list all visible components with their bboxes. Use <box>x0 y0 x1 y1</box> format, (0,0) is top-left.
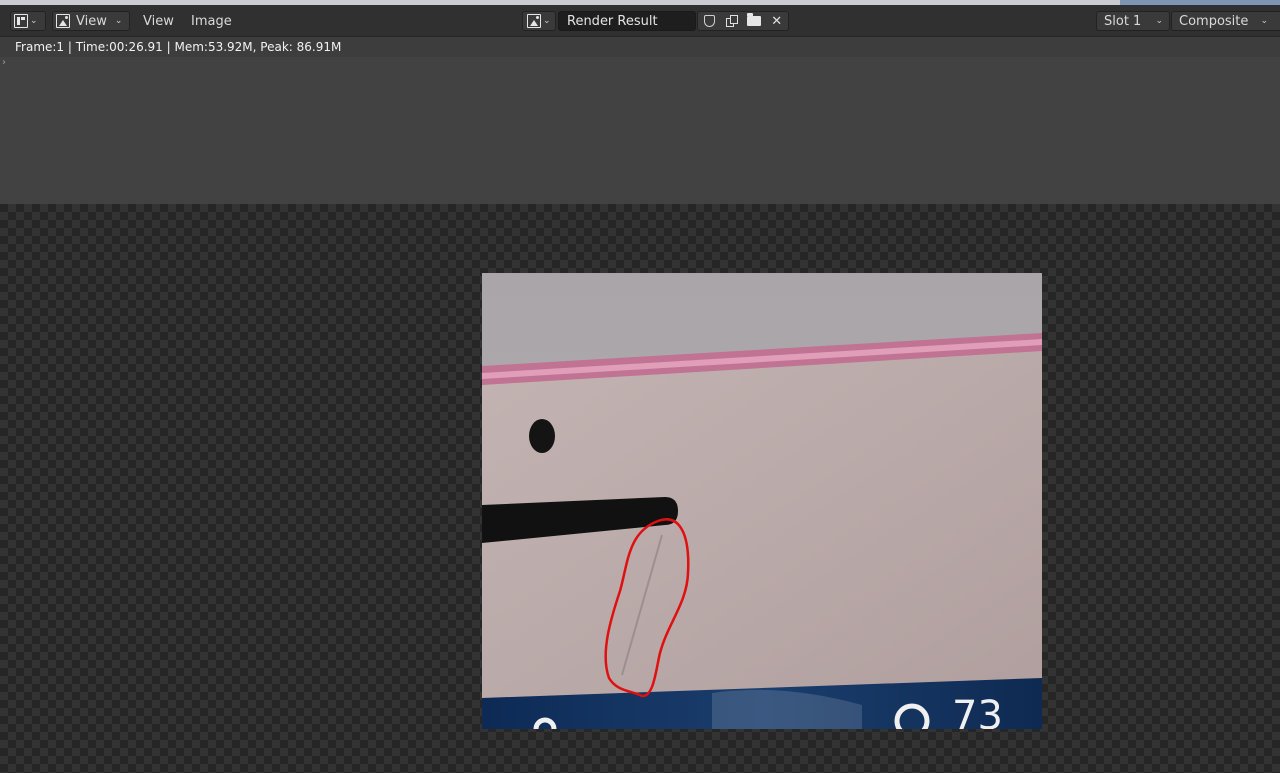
render-stats-text: Frame:1 | Time:00:26.91 | Mem:53.92M, Pe… <box>15 40 342 54</box>
slot-label: Slot 1 <box>1104 13 1142 29</box>
mode-dropdown[interactable]: View ⌄ <box>52 11 130 31</box>
render-result-image: 73 <box>482 273 1042 729</box>
close-icon[interactable]: ✕ <box>769 14 785 29</box>
menu-view[interactable]: View <box>143 11 174 31</box>
chevron-down-icon: ⌄ <box>30 16 38 26</box>
menu-image[interactable]: Image <box>191 11 232 31</box>
mode-label: View <box>76 13 107 29</box>
image-icon <box>527 14 541 28</box>
duplicate-icon[interactable] <box>724 14 740 28</box>
open-folder-icon[interactable] <box>746 13 762 28</box>
image-icon <box>56 14 70 28</box>
editor-type-dropdown[interactable]: ⌄ <box>10 11 46 31</box>
layer-dropdown[interactable]: Composite ⌄ <box>1171 11 1280 31</box>
render-info-bar: Frame:1 | Time:00:26.91 | Mem:53.92M, Pe… <box>0 37 1280 57</box>
tool-region: › <box>0 57 1280 204</box>
layer-label: Composite <box>1179 13 1249 29</box>
slot-dropdown[interactable]: Slot 1 ⌄ <box>1096 11 1170 31</box>
image-tools-group: ✕ <box>697 11 789 31</box>
expand-arrow-icon[interactable]: › <box>2 57 6 68</box>
browse-image-dropdown[interactable]: ⌄ <box>522 11 556 31</box>
image-editor-header: ⌄ View ⌄ View Image ⌄ Render Result ✕ Sl… <box>0 5 1280 37</box>
render-image-svg: 73 <box>482 273 1042 729</box>
black-hole <box>529 419 555 453</box>
chevron-down-icon: ⌄ <box>1260 16 1268 26</box>
banner-number: 73 <box>952 693 1003 729</box>
image-editor-icon <box>14 14 28 28</box>
chevron-down-icon: ⌄ <box>114 16 123 26</box>
fake-user-shield-icon[interactable] <box>701 14 717 28</box>
image-name-field[interactable]: Render Result <box>558 11 696 31</box>
chevron-down-icon: ⌄ <box>1155 16 1163 26</box>
chevron-down-icon: ⌄ <box>543 16 551 26</box>
